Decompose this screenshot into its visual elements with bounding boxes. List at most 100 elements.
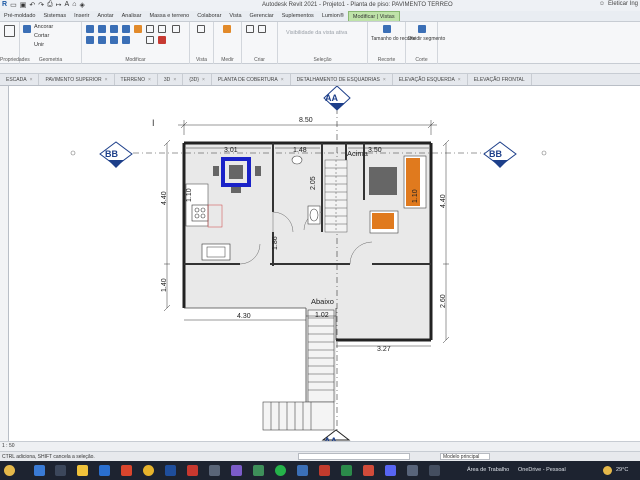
pdf-icon[interactable] [319, 465, 330, 476]
dim-bath-vertical[interactable]: 2.05 [310, 176, 317, 190]
view-icon[interactable] [197, 25, 205, 33]
app-icon[interactable] [209, 465, 220, 476]
view-tab-elevacao-esquerda[interactable]: ELEVAÇÃO ESQUERDA × [393, 74, 468, 85]
tab-inserir[interactable]: Inserir [70, 11, 93, 21]
dim-left-height-bottom[interactable]: 1.40 [161, 278, 168, 292]
dim-door-left[interactable]: 1.86 [272, 236, 279, 250]
dim-stair-width[interactable]: 1.02 [315, 312, 329, 319]
grip-left-icon[interactable] [70, 150, 76, 156]
view-tab-detalhamento[interactable]: DETALHAMENTO DE ESQUADRIAS × [291, 74, 393, 85]
view-tab-3d-default[interactable]: {3D} × [183, 74, 212, 85]
tab-anotar[interactable]: Anotar [93, 11, 117, 21]
unir-button[interactable]: Unir [34, 42, 44, 48]
weather-tray-icon[interactable] [603, 466, 612, 475]
dim-kitchen-vertical[interactable]: 1.10 [186, 188, 193, 202]
print-icon[interactable]: ⎙ [47, 1, 53, 9]
dim-bed-vertical[interactable]: 1.10 [412, 189, 419, 203]
tab-vista[interactable]: Vista [225, 11, 245, 21]
view-tab-escada[interactable]: ESCADA × [0, 74, 40, 85]
tag-icon[interactable]: ⌂ [72, 1, 76, 9]
view-tab-planta-cobertura[interactable]: PLANTA DE COBERTURA × [212, 74, 291, 85]
dim-left-height-top[interactable]: 4.40 [161, 191, 168, 205]
sketchup-icon[interactable] [253, 465, 264, 476]
close-icon[interactable]: × [173, 77, 176, 85]
tab-analisar[interactable]: Analisar [118, 11, 146, 21]
revit-logo-icon[interactable]: R [2, 1, 7, 9]
align-icon[interactable] [86, 25, 94, 33]
close-icon[interactable]: × [148, 77, 151, 85]
measure-tool-icon[interactable] [223, 25, 231, 33]
discord-icon[interactable] [385, 465, 396, 476]
copy-icon[interactable] [98, 36, 106, 44]
view-tab-terreno[interactable]: TERRENO × [115, 74, 158, 85]
tab-colaborar[interactable]: Colaborar [193, 11, 225, 21]
video-icon[interactable] [363, 465, 374, 476]
close-icon[interactable]: × [458, 77, 461, 85]
view3d-icon[interactable]: ◈ [79, 1, 84, 9]
office-icon[interactable] [121, 465, 132, 476]
open-icon[interactable]: ▭ [10, 1, 17, 9]
close-icon[interactable]: × [202, 77, 205, 85]
grip-right-icon[interactable] [541, 150, 547, 156]
tab-suplementos[interactable]: Suplementos [278, 11, 318, 21]
view-tab-3d[interactable]: 3D × [158, 74, 184, 85]
view-tab-pavimento-superior[interactable]: PAVIMENTO SUPERIOR × [39, 74, 115, 85]
temperature[interactable]: 29°C [616, 467, 628, 473]
user-name[interactable]: Eleticar Ing [608, 1, 638, 7]
save-icon[interactable]: ▣ [20, 1, 27, 9]
model-selector[interactable]: Modelo principal [440, 453, 490, 460]
section-marker-bb-right[interactable]: BB [483, 141, 517, 168]
label-acima[interactable]: Acima [347, 149, 369, 158]
section-marker-aa-bottom[interactable]: AA [321, 429, 351, 441]
text-icon[interactable]: A [65, 1, 70, 9]
tab-sistemas[interactable]: Sistemas [40, 11, 71, 21]
close-icon[interactable]: × [30, 77, 33, 85]
search-icon[interactable] [55, 465, 66, 476]
dim-right-room[interactable]: 3.50 [368, 147, 382, 154]
ancorar-button[interactable]: Ancorar [34, 24, 53, 30]
mail-icon[interactable] [99, 465, 110, 476]
undo-icon[interactable]: ↶ [29, 1, 35, 9]
media-icon[interactable] [231, 465, 242, 476]
section-tag-aa-top[interactable]: AA [325, 93, 338, 103]
delete-icon[interactable] [158, 36, 166, 44]
dim-right-height-bottom[interactable]: 2.60 [440, 294, 447, 308]
workset-field[interactable] [298, 453, 410, 460]
create-group-icon[interactable] [258, 25, 266, 33]
crop-size-icon[interactable] [383, 25, 391, 33]
app2-icon[interactable] [429, 465, 440, 476]
tab-massa-terreno[interactable]: Massa e terreno [146, 11, 194, 21]
visibilidade-option[interactable]: Visibilidade da vista ativa [286, 30, 347, 36]
cortar-button[interactable]: Cortar [34, 33, 49, 39]
dim-left-room[interactable]: 3.01 [224, 147, 238, 154]
whatsapp-icon[interactable] [275, 465, 286, 476]
scale-icon[interactable] [158, 25, 166, 33]
section-tag-bb-right[interactable]: BB [489, 149, 502, 159]
split-segment-icon[interactable] [418, 25, 426, 33]
redo-icon[interactable]: ↷ [38, 1, 44, 9]
paste-icon[interactable] [23, 25, 31, 33]
desktop-label[interactable]: Área de Trabalho [467, 467, 509, 473]
mirror-draw-icon[interactable] [122, 25, 130, 33]
view-tab-elevacao-frontal[interactable]: ELEVAÇÃO FRONTAL [468, 74, 532, 85]
explorer-icon[interactable] [77, 465, 88, 476]
array-icon[interactable] [146, 25, 154, 33]
split-icon[interactable] [134, 25, 142, 33]
dim-bottom-right[interactable]: 3.27 [377, 346, 391, 353]
section-tag-bb-left[interactable]: BB [105, 149, 118, 159]
properties-palette[interactable] [0, 86, 9, 446]
tab-lumion[interactable]: Lumion® [318, 11, 348, 21]
offset-icon[interactable] [98, 25, 106, 33]
onedrive-label[interactable]: OneDrive - Pessoal [518, 467, 566, 473]
measure-icon[interactable]: ↦ [56, 1, 62, 9]
pin-icon[interactable] [146, 36, 154, 44]
trim-icon[interactable] [122, 36, 130, 44]
tab-gerenciar[interactable]: Gerenciar [246, 11, 278, 21]
tab-modificar-vistas[interactable]: Modificar | Vistas [347, 11, 400, 21]
weather-icon[interactable] [4, 465, 15, 476]
mirror-icon[interactable] [110, 25, 118, 33]
revit-icon[interactable] [165, 465, 176, 476]
close-icon[interactable]: × [281, 77, 284, 85]
autocad-icon[interactable] [187, 465, 198, 476]
drawing-canvas[interactable]: 8.50 3.01 1.48 3.50 4.40 1.40 4.40 2.60 … [9, 86, 640, 441]
